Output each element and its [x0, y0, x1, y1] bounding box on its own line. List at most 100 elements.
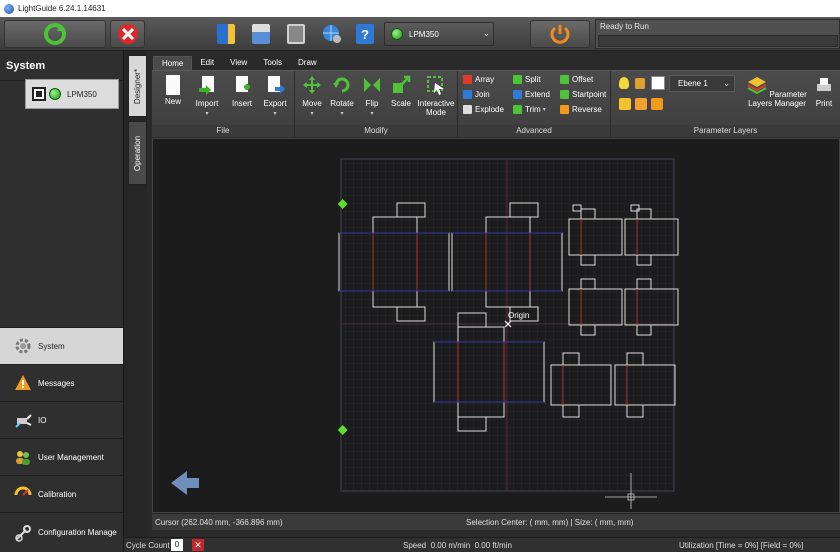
reverse-button[interactable]: Reverse	[560, 105, 602, 114]
title-bar: LightGuide 6.24.1.14631	[0, 0, 840, 17]
chevron-down-icon: ▾	[340, 111, 344, 117]
printer-icon	[817, 78, 831, 91]
split-button[interactable]: Split	[513, 75, 541, 84]
warning-icon	[15, 375, 31, 390]
layer-color-swatch[interactable]	[651, 76, 665, 90]
file-group: New Import ▾ Insert Export ▾ File	[152, 71, 295, 137]
reset-cycle-button[interactable]: ✕	[192, 539, 204, 551]
device-name: LPM350	[409, 29, 439, 39]
tab-operation[interactable]: Operation	[128, 121, 147, 185]
open-file-button[interactable]	[212, 20, 240, 48]
device-card[interactable]: LPM350	[25, 79, 119, 109]
globe-gear-icon	[323, 25, 341, 43]
offset-button[interactable]: Offset	[560, 75, 593, 84]
canvas-drawing[interactable]	[153, 139, 839, 512]
export-button[interactable]: Export ▾	[260, 75, 290, 119]
device-status-icon	[391, 28, 403, 40]
move-button[interactable]: Move ▾	[299, 75, 325, 119]
nav-item-system[interactable]: System	[0, 327, 123, 364]
tab-designer[interactable]: Designer*	[128, 55, 147, 117]
nav-item-user-management[interactable]: User Management	[0, 438, 123, 475]
panel-title: System	[0, 51, 123, 81]
array-icon	[463, 75, 472, 84]
explode-button[interactable]: Explode	[463, 105, 504, 114]
settings-globe-button[interactable]	[318, 20, 346, 48]
chevron-down-icon: ▾	[370, 111, 374, 117]
parameter-layers-group-label: Parameter Layers	[611, 125, 840, 137]
print-ribbon-button[interactable]: Print	[811, 75, 837, 108]
lock-icon[interactable]	[635, 78, 645, 89]
new-label: New	[164, 97, 181, 106]
save-icon	[287, 24, 305, 44]
tab-home[interactable]: Home	[153, 56, 193, 70]
tab-tools[interactable]: Tools	[255, 56, 290, 70]
split-icon	[513, 75, 522, 84]
interactive-mode-label: Interactive Mode	[417, 99, 455, 117]
startpoint-button[interactable]: Startpoint	[560, 90, 606, 99]
extend-button[interactable]: Extend	[513, 90, 550, 99]
flip-button[interactable]: Flip ▾	[359, 75, 385, 119]
ribbon: New Import ▾ Insert Export ▾ File Move ▾ Ro…	[152, 70, 840, 137]
offset-label: Offset	[572, 75, 594, 84]
nav-item-io[interactable]: IO	[0, 401, 123, 438]
chevron-down-icon: ⌄	[483, 29, 490, 38]
chevron-down-icon: ▾	[310, 111, 314, 117]
insert-button[interactable]: Insert	[228, 75, 256, 108]
left-panel: System LPM350 System Messages IO User Ma…	[0, 51, 124, 552]
tab-view[interactable]: View	[222, 56, 255, 70]
import-button[interactable]: Import ▾	[192, 75, 222, 119]
stop-icon	[117, 24, 138, 44]
cursor-bar: Cursor (262.040 mm, -366.896 mm) Selecti…	[152, 513, 840, 530]
startpoint-icon	[560, 90, 569, 99]
save-button[interactable]	[282, 20, 310, 48]
print-toolbar-button[interactable]	[247, 20, 275, 48]
users-icon	[16, 451, 30, 465]
layer-up-button[interactable]	[619, 98, 631, 110]
interactive-mode-button[interactable]: Interactive Mode	[415, 75, 457, 117]
array-button[interactable]: Array	[463, 75, 494, 84]
cycle-count-value: 0	[171, 539, 183, 551]
back-arrow-icon[interactable]	[171, 471, 199, 495]
nav-item-calibration[interactable]: Calibration	[0, 475, 123, 512]
device-selector[interactable]: LPM350 ⌄	[384, 22, 494, 46]
refresh-button[interactable]	[4, 20, 106, 48]
extend-icon	[513, 90, 522, 99]
scale-icon	[393, 75, 411, 93]
modify-group: Move ▾ Rotate ▾ Flip ▾ Scale Interactive Mo…	[295, 71, 458, 137]
nav-label: Messages	[38, 378, 75, 388]
trim-button[interactable]: Trim ▾	[513, 105, 546, 114]
join-button[interactable]: Join	[463, 90, 490, 99]
scale-button[interactable]: Scale	[387, 75, 415, 108]
import-label: Import	[195, 99, 219, 108]
reverse-label: Reverse	[572, 105, 602, 114]
parameter-layers-group: Ebene 1 ⌄ Parameter Layers Manager Print…	[611, 71, 840, 137]
document-icon	[217, 24, 235, 44]
offset-icon	[560, 75, 569, 84]
help-button[interactable]: ?	[352, 20, 378, 48]
run-status-panel: Ready to Run	[595, 19, 840, 49]
nav-item-messages[interactable]: Messages	[0, 364, 123, 401]
layer-select-value: Ebene 1	[678, 79, 708, 88]
rotate-button[interactable]: Rotate ▾	[327, 75, 357, 119]
tab-operation-label: Operation	[133, 135, 143, 171]
tab-draw[interactable]: Draw	[290, 56, 325, 70]
nav-label: IO	[38, 415, 47, 425]
power-button[interactable]	[530, 20, 590, 48]
layer-middle-button[interactable]	[635, 98, 647, 110]
run-progress-bar	[598, 35, 838, 47]
printer-icon	[252, 24, 270, 44]
explode-label: Explode	[475, 105, 504, 114]
stop-button[interactable]	[110, 20, 145, 48]
power-icon	[550, 25, 570, 44]
flip-label: Flip	[365, 99, 379, 108]
parameter-layers-manager-button[interactable]: Parameter Layers Manager	[747, 75, 807, 108]
side-tabs: Designer* Operation	[124, 51, 147, 537]
layer-down-button[interactable]	[651, 98, 663, 110]
lightbulb-icon[interactable]	[619, 77, 629, 89]
new-button[interactable]: New	[160, 75, 186, 106]
help-icon: ?	[356, 24, 374, 44]
design-canvas[interactable]: Origin	[152, 138, 840, 513]
layer-select[interactable]: Ebene 1 ⌄	[669, 75, 735, 92]
nav-item-configuration-manager[interactable]: Configuration Manage	[0, 512, 123, 552]
tab-edit[interactable]: Edit	[192, 56, 222, 70]
